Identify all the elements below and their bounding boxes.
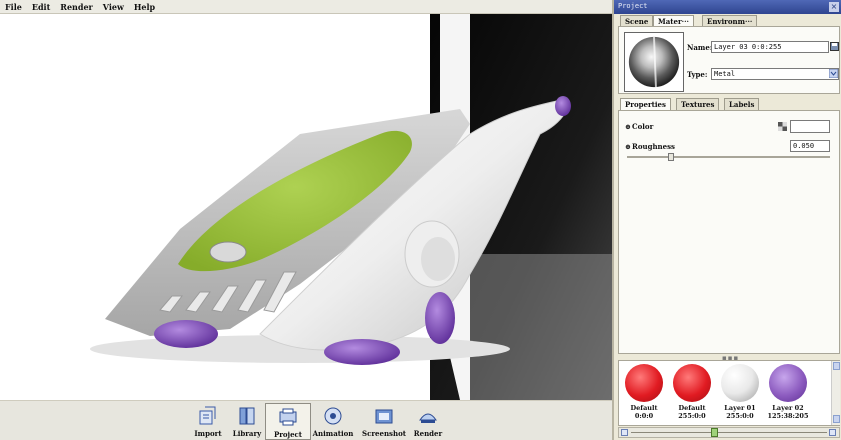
library-scrollbar[interactable] — [831, 361, 840, 425]
save-icon[interactable] — [830, 42, 839, 51]
tab-textures[interactable]: Textures — [676, 98, 720, 110]
animation-icon — [324, 407, 342, 425]
color-picker-icon[interactable] — [778, 122, 787, 131]
material-library: Default 0:0:0 Default 255:0:0 Layer 01 255:… — [618, 360, 840, 426]
roughness-slider-thumb[interactable] — [667, 153, 674, 161]
import-icon — [199, 406, 216, 425]
project-panel: Project × Scene Mater··· Environm··· Nam… — [612, 0, 841, 440]
rendered-model-image — [0, 14, 612, 400]
library-icon — [239, 407, 255, 425]
library-swatch[interactable] — [625, 364, 663, 402]
screenshot-label: Screenshot — [362, 429, 406, 438]
panel-title: Project — [618, 2, 648, 10]
tab-labels[interactable]: Labels — [724, 98, 760, 110]
properties-pane: ⊕ Color ⊕ Roughness 0.050 — [618, 110, 840, 354]
animation-button[interactable]: Animation — [310, 403, 356, 440]
screenshot-icon — [375, 409, 393, 424]
render-button[interactable]: Render — [405, 403, 451, 440]
menu-help[interactable]: Help — [129, 0, 160, 13]
roughness-label: Roughness — [632, 142, 675, 151]
library-swatch[interactable] — [673, 364, 711, 402]
main-toolbar: Import Library Project Animation Screens… — [0, 400, 612, 440]
menu-render[interactable]: Render — [55, 0, 97, 13]
library-label: Library — [232, 429, 262, 438]
library-button[interactable]: Library — [224, 403, 270, 440]
color-label: Color — [632, 122, 654, 131]
project-button[interactable]: Project — [265, 403, 311, 440]
library-item-label: Default 0:0:0 — [630, 404, 658, 420]
animation-label: Animation — [312, 429, 354, 438]
material-editor: Name: Layer 03 0:0:255 Type: Metal — [618, 26, 840, 94]
menu-bar: File Edit Render View Help — [0, 0, 612, 14]
close-icon[interactable]: × — [829, 2, 839, 12]
name-label: Name: — [687, 43, 713, 52]
library-item-label: Layer 02 125:38:205 — [767, 404, 809, 420]
chevron-down-icon[interactable] — [829, 69, 838, 78]
library-item-label: Layer 01 255:0:0 — [724, 404, 756, 420]
roughness-slider-track[interactable] — [627, 156, 830, 158]
color-swatch[interactable] — [790, 120, 830, 133]
library-swatch[interactable] — [769, 364, 807, 402]
project-icon — [279, 408, 297, 426]
roughness-field[interactable]: 0.050 — [790, 140, 830, 152]
type-select[interactable]: Metal — [711, 68, 839, 80]
roughness-expand-icon[interactable]: ⊕ — [625, 142, 631, 151]
library-item-label: Default 255:0:0 — [678, 404, 706, 420]
library-swatch[interactable] — [721, 364, 759, 402]
name-field[interactable]: Layer 03 0:0:255 — [711, 41, 829, 53]
menu-file[interactable]: File — [0, 0, 27, 13]
render-viewport[interactable] — [0, 14, 612, 400]
render-label: Render — [413, 429, 443, 438]
project-label: Project — [273, 430, 303, 439]
type-label: Type: — [687, 70, 708, 79]
material-preview-sphere — [624, 32, 684, 92]
render-icon — [419, 413, 437, 423]
zoom-slider[interactable] — [618, 427, 840, 438]
panel-titlebar: Project × — [614, 0, 841, 14]
menu-edit[interactable]: Edit — [27, 0, 55, 13]
color-expand-icon[interactable]: ⊕ — [625, 122, 631, 131]
screenshot-button[interactable]: Screenshot — [361, 403, 407, 440]
menu-view[interactable]: View — [98, 0, 129, 13]
